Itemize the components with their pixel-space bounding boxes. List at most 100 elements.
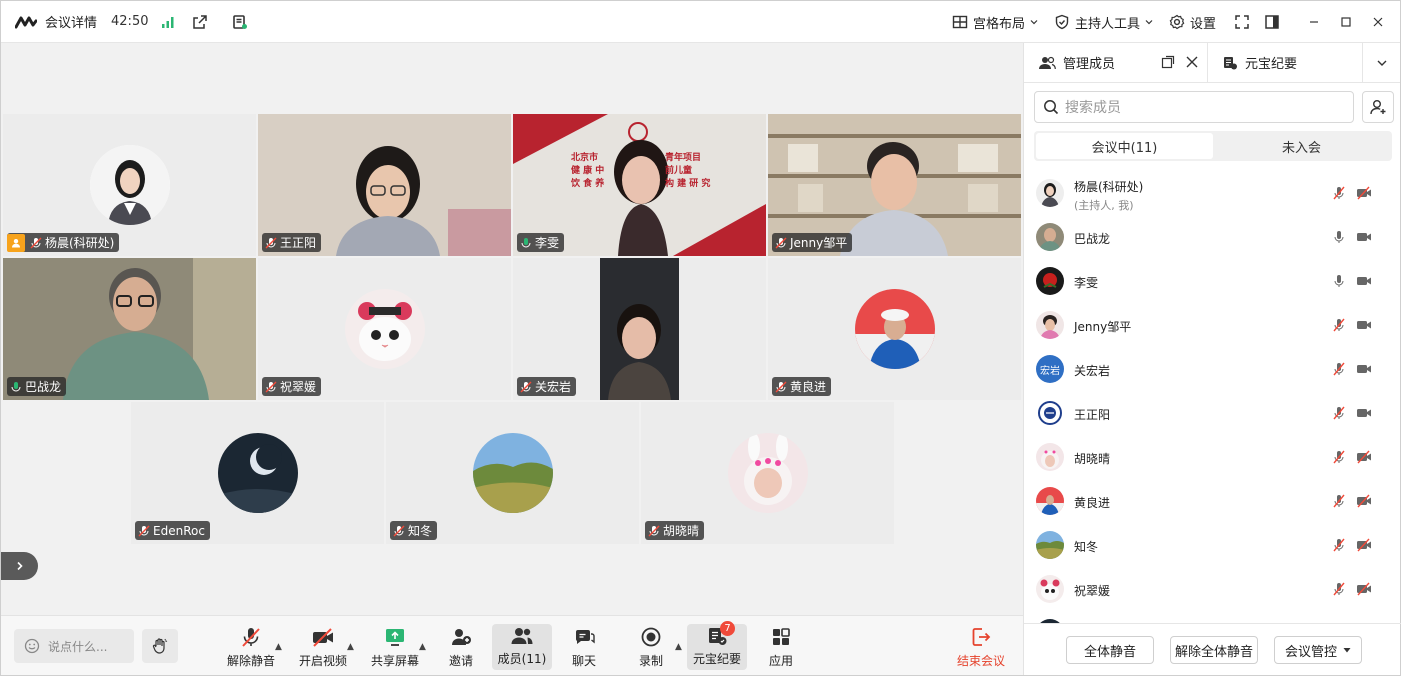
sidebar-toggle-icon[interactable] bbox=[1260, 10, 1284, 34]
video-tile[interactable]: 黄良进 bbox=[768, 258, 1021, 400]
camera-on-icon[interactable] bbox=[1356, 274, 1372, 288]
quick-chat-input[interactable]: 说点什么... bbox=[14, 629, 134, 663]
camera-off-icon[interactable] bbox=[1356, 582, 1372, 596]
share-out-icon[interactable] bbox=[188, 10, 212, 34]
chevron-down-icon bbox=[1030, 20, 1038, 25]
video-tile[interactable]: EdenRoc bbox=[131, 402, 384, 544]
members-button[interactable]: 成员(11) bbox=[492, 624, 552, 670]
member-row[interactable]: 知冬 bbox=[1024, 523, 1401, 567]
banner-text-right: 青年项目 前儿童构 建 研 究 bbox=[665, 153, 711, 189]
member-row[interactable]: Jenny邹平 bbox=[1024, 303, 1401, 347]
video-tile[interactable]: 杨晨(科研处) bbox=[3, 114, 256, 256]
mic-muted-icon bbox=[775, 381, 787, 392]
mic-on-icon[interactable] bbox=[1332, 274, 1346, 288]
apps-button[interactable]: 应用 bbox=[761, 625, 801, 669]
participant-avatar bbox=[344, 289, 425, 369]
participant-nametag: 李雯 bbox=[517, 233, 565, 252]
grid-layout-button[interactable]: 宫格布局 bbox=[944, 13, 1046, 32]
mic-on-icon[interactable] bbox=[1332, 230, 1346, 244]
member-search-input[interactable]: 搜索成员 bbox=[1034, 91, 1354, 123]
mic-muted-icon[interactable] bbox=[1332, 494, 1346, 508]
audio-options-caret[interactable]: ▲ bbox=[275, 642, 282, 652]
mic-muted-icon[interactable] bbox=[1332, 318, 1346, 332]
members-icon bbox=[511, 627, 533, 644]
member-avatar bbox=[1036, 223, 1064, 251]
record-options-caret[interactable]: ▲ bbox=[675, 642, 682, 652]
member-avatar bbox=[1036, 399, 1064, 427]
mic-muted-icon[interactable] bbox=[1332, 538, 1346, 552]
unmute-all-button[interactable]: 解除全体静音 bbox=[1170, 636, 1258, 664]
notes-icon[interactable] bbox=[228, 10, 252, 34]
meeting-control-button[interactable]: 会议管控 bbox=[1274, 636, 1362, 664]
member-avatar bbox=[1036, 179, 1064, 207]
banner-text-left: 北京市健 康 中饮 食 养 bbox=[571, 153, 605, 189]
video-options-caret[interactable]: ▲ bbox=[347, 642, 354, 652]
member-row[interactable] bbox=[1024, 611, 1401, 623]
invite-button[interactable]: 邀请 bbox=[441, 625, 481, 669]
maximize-icon[interactable] bbox=[1334, 10, 1358, 34]
mic-muted-icon[interactable] bbox=[1332, 582, 1346, 596]
fullscreen-icon[interactable] bbox=[1230, 10, 1254, 34]
share-screen-label: 共享屏幕 bbox=[370, 654, 419, 668]
camera-on-icon[interactable] bbox=[1356, 362, 1372, 376]
popout-icon[interactable] bbox=[1161, 55, 1175, 69]
member-row[interactable]: 杨晨(科研处) (主持人, 我) bbox=[1024, 171, 1401, 215]
close-icon[interactable] bbox=[1185, 55, 1199, 69]
share-screen-button[interactable]: 共享屏幕 bbox=[369, 625, 421, 669]
member-row[interactable]: 宏岩 关宏岩 bbox=[1024, 347, 1401, 391]
signal-icon[interactable] bbox=[156, 10, 180, 34]
member-row[interactable]: 胡晓晴 bbox=[1024, 435, 1401, 479]
camera-on-icon[interactable] bbox=[1356, 318, 1372, 332]
invite-member-button[interactable] bbox=[1362, 91, 1394, 123]
member-row[interactable]: 巴战龙 bbox=[1024, 215, 1401, 259]
camera-off-icon[interactable] bbox=[1356, 538, 1372, 552]
video-tile[interactable]: 王正阳 bbox=[258, 114, 511, 256]
video-tile[interactable]: 知冬 bbox=[386, 402, 639, 544]
video-tile[interactable]: 关宏岩 bbox=[513, 258, 766, 400]
share-options-caret[interactable]: ▲ bbox=[419, 642, 426, 652]
start-video-button[interactable]: 开启视频 bbox=[297, 625, 349, 669]
panel-more-button[interactable] bbox=[1362, 43, 1400, 83]
tab-yuanbao-summary[interactable]: 元宝纪要 bbox=[1208, 43, 1297, 83]
raise-hand-button[interactable] bbox=[142, 629, 178, 663]
video-tile[interactable]: 祝翠媛 bbox=[258, 258, 511, 400]
meeting-details-link[interactable]: 会议详情 bbox=[45, 12, 97, 31]
member-row[interactable]: 祝翠媛 bbox=[1024, 567, 1401, 611]
video-tile[interactable]: 胡晓晴 bbox=[641, 402, 894, 544]
mic-muted-icon bbox=[242, 628, 260, 647]
member-row[interactable]: 黄良进 bbox=[1024, 479, 1401, 523]
camera-off-icon[interactable] bbox=[1356, 186, 1372, 200]
segment-not-joined[interactable]: 未入会 bbox=[1213, 133, 1390, 159]
host-tools-button[interactable]: 主持人工具 bbox=[1046, 13, 1161, 32]
minimize-icon[interactable] bbox=[1302, 10, 1326, 34]
grid-icon bbox=[952, 15, 968, 29]
participant-nametag: 胡晓晴 bbox=[645, 521, 705, 540]
video-tile[interactable]: 巴战龙 bbox=[3, 258, 256, 400]
chat-placeholder: 说点什么... bbox=[48, 639, 108, 654]
camera-off-icon[interactable] bbox=[1356, 450, 1372, 464]
participant-nametag: 关宏岩 bbox=[517, 377, 577, 396]
mic-muted-icon[interactable] bbox=[1332, 450, 1346, 464]
expand-panel-button[interactable] bbox=[1, 552, 38, 580]
settings-button[interactable]: 设置 bbox=[1161, 13, 1224, 32]
mute-all-button[interactable]: 全体静音 bbox=[1066, 636, 1154, 664]
camera-off-icon[interactable] bbox=[1356, 494, 1372, 508]
mic-muted-icon[interactable] bbox=[1332, 186, 1346, 200]
member-row[interactable]: 李雯 bbox=[1024, 259, 1401, 303]
camera-on-icon[interactable] bbox=[1356, 406, 1372, 420]
tab-manage-members[interactable]: 管理成员 bbox=[1024, 42, 1208, 83]
video-tile[interactable]: Jenny邹平 bbox=[768, 114, 1021, 256]
close-window-icon[interactable] bbox=[1366, 10, 1390, 34]
member-row[interactable]: 王正阳 bbox=[1024, 391, 1401, 435]
record-button[interactable]: 录制 bbox=[631, 625, 671, 669]
participant-avatar bbox=[472, 433, 553, 513]
yuanbao-summary-button[interactable]: 7 元宝纪要 bbox=[687, 621, 747, 670]
unmute-button[interactable]: 解除静音 bbox=[225, 625, 277, 669]
video-tile-active-speaker[interactable]: 北京市健 康 中饮 食 养 青年项目 前儿童构 建 研 究 李雯 bbox=[513, 114, 766, 256]
chat-button[interactable]: 聊天 bbox=[564, 625, 604, 669]
end-meeting-button[interactable]: 结束会议 bbox=[955, 625, 1007, 669]
segment-in-meeting[interactable]: 会议中(11) bbox=[1036, 133, 1213, 159]
camera-on-icon[interactable] bbox=[1356, 230, 1372, 244]
mic-muted-icon[interactable] bbox=[1332, 406, 1346, 420]
mic-muted-icon[interactable] bbox=[1332, 362, 1346, 376]
